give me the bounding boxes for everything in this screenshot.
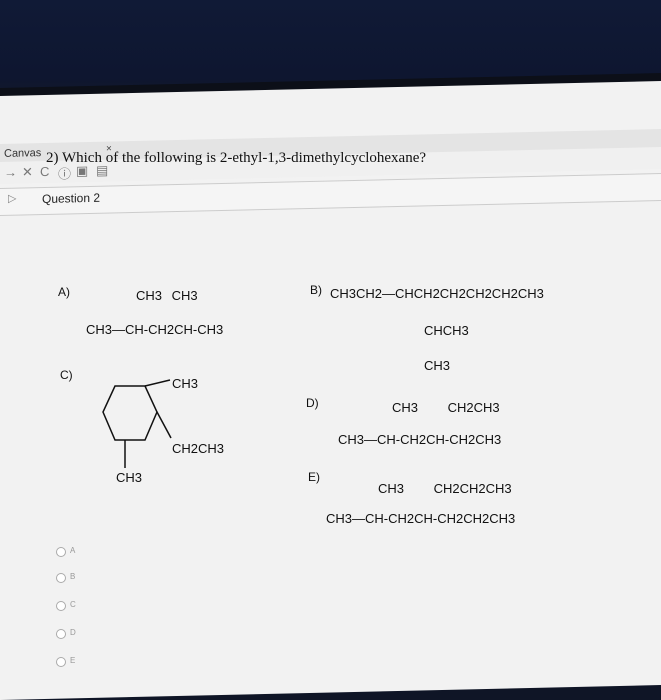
radio-label-b: B [70,572,76,581]
radio-d[interactable] [56,629,66,639]
option-c-ring [102,379,172,468]
question-text: 2) Which of the following is 2-ethyl-1,3… [46,150,427,166]
radio-label-a: A [70,546,76,555]
option-c-sub2: CH2CH3 [172,441,225,456]
option-d-label: D) [306,396,319,410]
question-title: Question 2 [42,190,101,207]
option-c-label: C) [60,368,73,382]
radio-c[interactable] [56,601,66,611]
option-d-top: CH3 CH2CH3 [392,400,500,415]
option-b-branch1: CHCH3 [424,323,469,338]
radio-label-d: D [70,628,76,637]
option-e-top: CH3 CH2CH2CH3 [378,481,512,496]
back-arrow-icon[interactable]: → [4,165,17,180]
option-c-sub3: CH3 [116,470,143,485]
option-d-main: CH3—CH-CH2CH-CH2CH3 [338,432,502,447]
tab-title[interactable]: Canvas [4,147,41,160]
option-e-main: CH3—CH-CH2CH-CH2CH2CH3 [326,511,516,526]
radio-a[interactable] [56,547,66,557]
radio-label-c: C [70,600,76,609]
option-a-main: CH3—CH-CH2CH-CH3 [86,322,224,337]
option-e-label: E) [308,470,320,484]
option-a-label: A) [58,285,70,299]
stop-icon[interactable]: ✕ [22,164,33,180]
option-b-main: CH3CH2—CHCH2CH2CH2CH2CH3 [330,286,544,301]
option-a-top: CH3 CH3 [136,288,198,303]
flag-icon[interactable]: ▷ [8,192,16,205]
radio-e[interactable] [56,657,66,667]
radio-label-e: E [70,656,76,665]
option-b-branch2: CH3 [424,358,451,373]
option-c-sub1: CH3 [172,376,199,391]
option-b-label: B) [310,283,322,297]
radio-b[interactable] [56,573,66,583]
